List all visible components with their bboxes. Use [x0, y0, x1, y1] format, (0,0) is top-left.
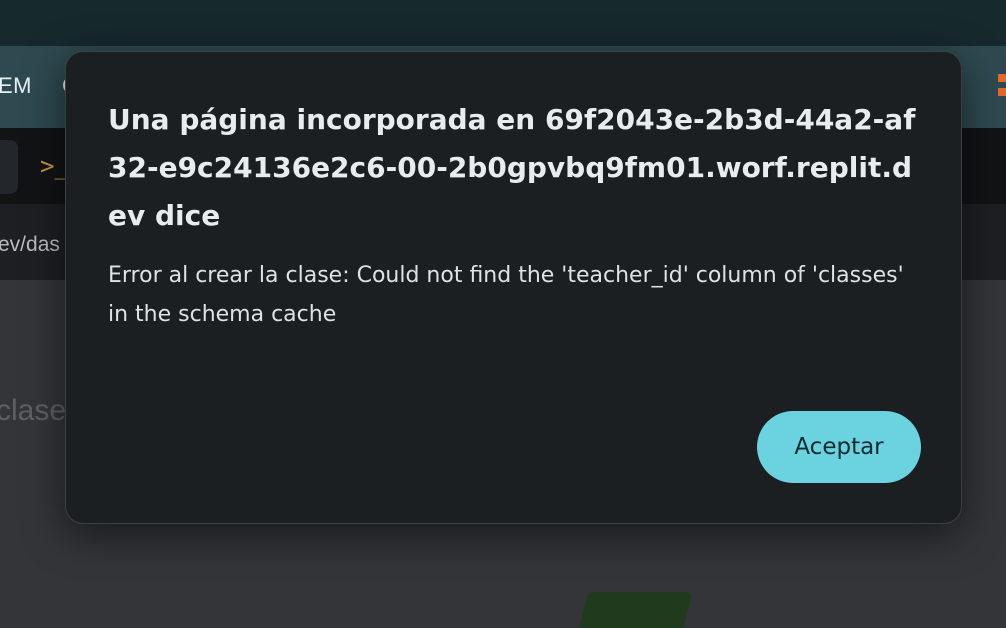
- screen: EM C >_ ev/das clase Una página incorpor…: [0, 0, 1006, 628]
- book-illustration: [575, 592, 693, 628]
- accept-button[interactable]: Aceptar: [757, 411, 921, 483]
- brand-logo-icon: [992, 74, 1006, 98]
- url-text[interactable]: ev/das: [0, 233, 60, 257]
- browser-top-strip: [0, 0, 1006, 46]
- dialog-message: Error al crear la clase: Could not find …: [108, 263, 904, 327]
- toolbar-tab[interactable]: [0, 140, 18, 194]
- nav-menu-text[interactable]: EM: [0, 73, 32, 99]
- page-heading: clase: [0, 394, 67, 427]
- alert-dialog: Una página incorporada en 69f2043e-2b3d-…: [65, 51, 962, 524]
- dialog-title: Una página incorporada en 69f2043e-2b3d-…: [108, 103, 916, 232]
